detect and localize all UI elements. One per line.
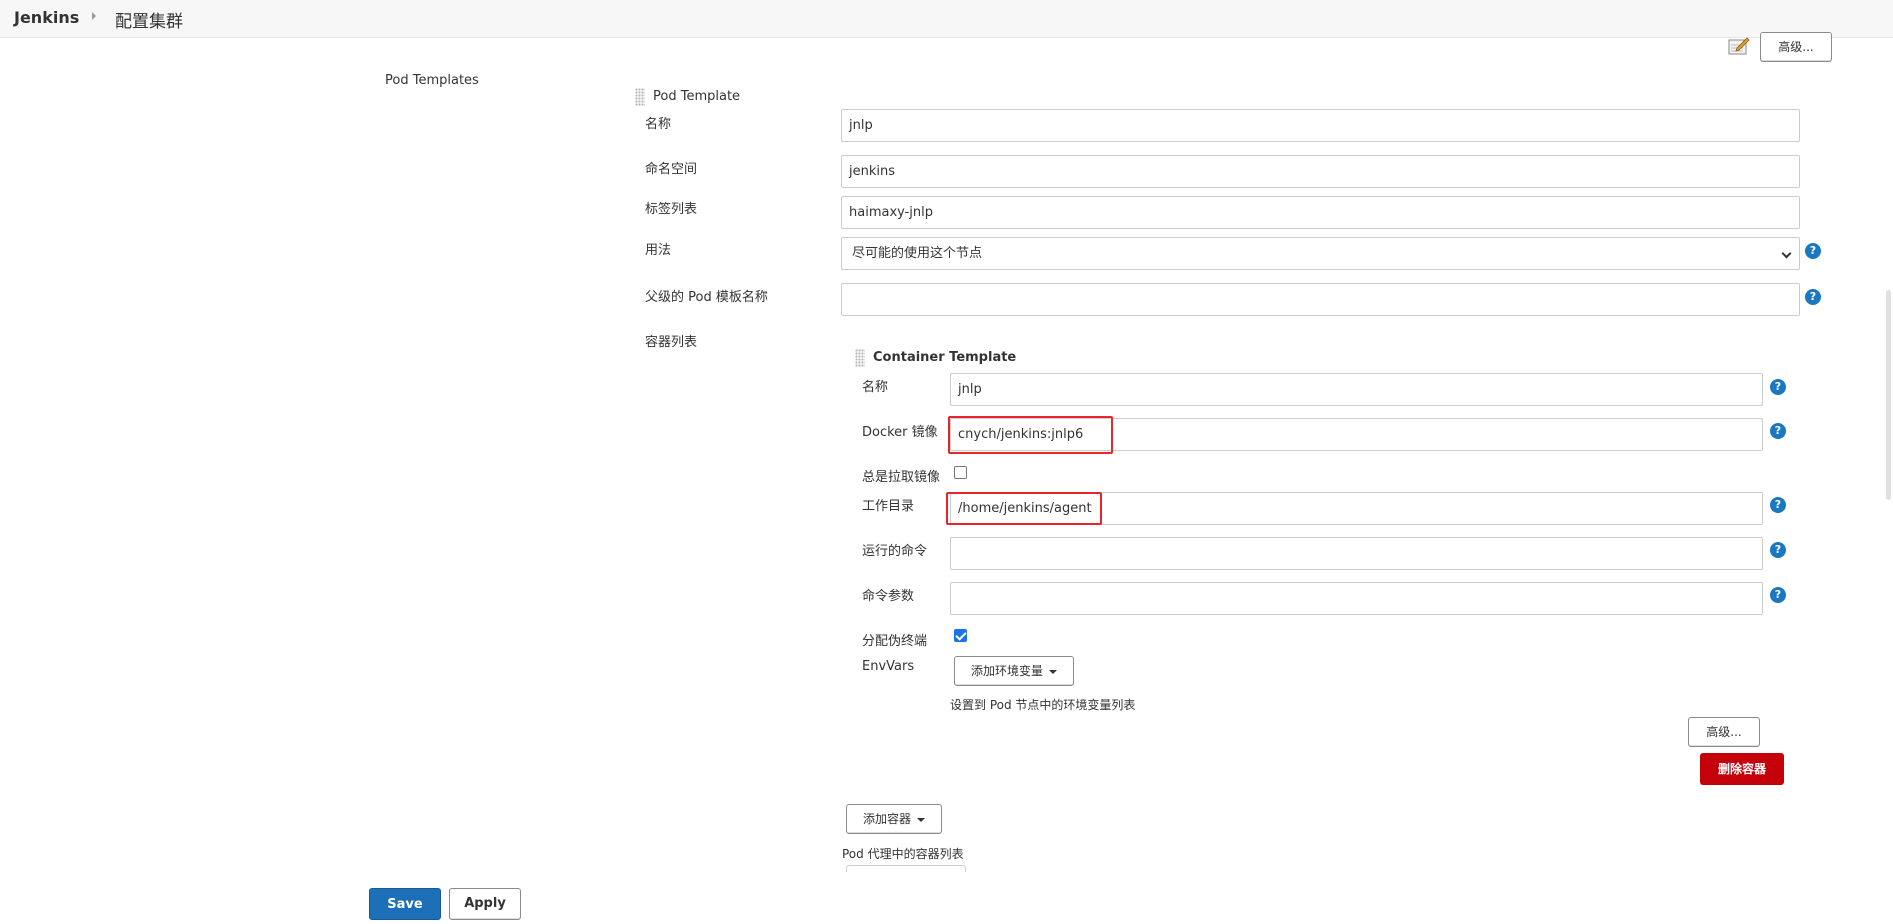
help-icon[interactable]: ? bbox=[1770, 423, 1786, 439]
help-icon[interactable]: ? bbox=[1770, 542, 1786, 558]
add-env-var-label: 添加环境变量 bbox=[970, 664, 1043, 678]
breadcrumb-current-page[interactable]: 配置集群 bbox=[115, 7, 183, 32]
pod-name-input[interactable]: jnlp bbox=[841, 109, 1800, 142]
highlight-box bbox=[948, 416, 1113, 454]
working-dir-label: 工作目录 bbox=[862, 499, 915, 514]
pod-templates-label: Pod Templates bbox=[385, 73, 479, 88]
usage-selected-value: 尽可能的使用这个节点 bbox=[852, 246, 983, 261]
pod-name-label: 名称 bbox=[645, 117, 672, 132]
pod-template-heading: Pod Template bbox=[653, 89, 741, 104]
labels-input[interactable]: haimaxy-jnlp bbox=[841, 196, 1800, 229]
container-template-heading: Container Template bbox=[873, 350, 1017, 365]
add-container-label: 添加容器 bbox=[862, 812, 911, 826]
help-icon[interactable]: ? bbox=[1770, 587, 1786, 603]
tty-checkbox[interactable] bbox=[954, 629, 967, 642]
add-env-var-button[interactable]: 添加环境变量 bbox=[954, 656, 1074, 686]
command-label: 运行的命令 bbox=[862, 544, 928, 559]
help-icon[interactable]: ? bbox=[1770, 497, 1786, 513]
container-name-label: 名称 bbox=[862, 380, 889, 395]
envvars-description: 设置到 Pod 节点中的环境变量列表 bbox=[950, 698, 1136, 712]
tty-label: 分配伪终端 bbox=[862, 634, 928, 649]
breadcrumb-jenkins-link[interactable]: Jenkins bbox=[14, 8, 79, 27]
always-pull-label: 总是拉取镜像 bbox=[862, 470, 941, 485]
command-input[interactable] bbox=[950, 537, 1763, 570]
highlight-box bbox=[946, 492, 1102, 525]
breadcrumb-separator-icon bbox=[92, 12, 96, 20]
parent-template-input[interactable] bbox=[841, 283, 1800, 316]
apply-button[interactable]: Apply bbox=[449, 888, 521, 920]
top-advanced-button[interactable]: 高级... bbox=[1760, 32, 1832, 62]
save-button[interactable]: Save bbox=[369, 888, 441, 920]
scrollbar[interactable] bbox=[1886, 290, 1891, 500]
usage-select[interactable]: 尽可能的使用这个节点 bbox=[841, 237, 1800, 270]
container-name-input[interactable]: jnlp bbox=[950, 373, 1763, 406]
always-pull-checkbox[interactable] bbox=[954, 466, 967, 479]
args-label: 命令参数 bbox=[862, 589, 915, 604]
usage-label: 用法 bbox=[645, 243, 672, 258]
args-input[interactable] bbox=[950, 582, 1763, 615]
containers-list-label: 容器列表 bbox=[645, 335, 698, 350]
help-icon[interactable]: ? bbox=[1805, 289, 1821, 305]
container-advanced-button[interactable]: 高级... bbox=[1688, 717, 1760, 747]
caret-down-icon bbox=[1049, 669, 1057, 674]
help-icon[interactable]: ? bbox=[1805, 243, 1821, 259]
namespace-label: 命名空间 bbox=[645, 162, 698, 177]
footer-bar bbox=[0, 872, 1893, 924]
containers-description: Pod 代理中的容器列表 bbox=[842, 847, 964, 861]
help-icon[interactable]: ? bbox=[1770, 379, 1786, 395]
breadcrumb-bar: Jenkins 配置集群 bbox=[0, 0, 1893, 38]
labels-label: 标签列表 bbox=[645, 202, 698, 217]
namespace-input[interactable]: jenkins bbox=[841, 155, 1800, 188]
chevron-down-icon bbox=[1781, 248, 1792, 259]
envvars-label: EnvVars bbox=[862, 659, 915, 674]
caret-down-icon bbox=[917, 817, 925, 822]
add-container-button[interactable]: 添加容器 bbox=[846, 804, 942, 834]
drag-handle-icon[interactable] bbox=[855, 349, 865, 367]
delete-container-button[interactable]: 删除容器 bbox=[1700, 753, 1784, 785]
drag-handle-icon[interactable] bbox=[635, 88, 645, 106]
docker-image-label: Docker 镜像 bbox=[862, 425, 938, 440]
notepad-icon[interactable] bbox=[1728, 37, 1750, 55]
parent-template-label: 父级的 Pod 模板名称 bbox=[645, 290, 768, 305]
